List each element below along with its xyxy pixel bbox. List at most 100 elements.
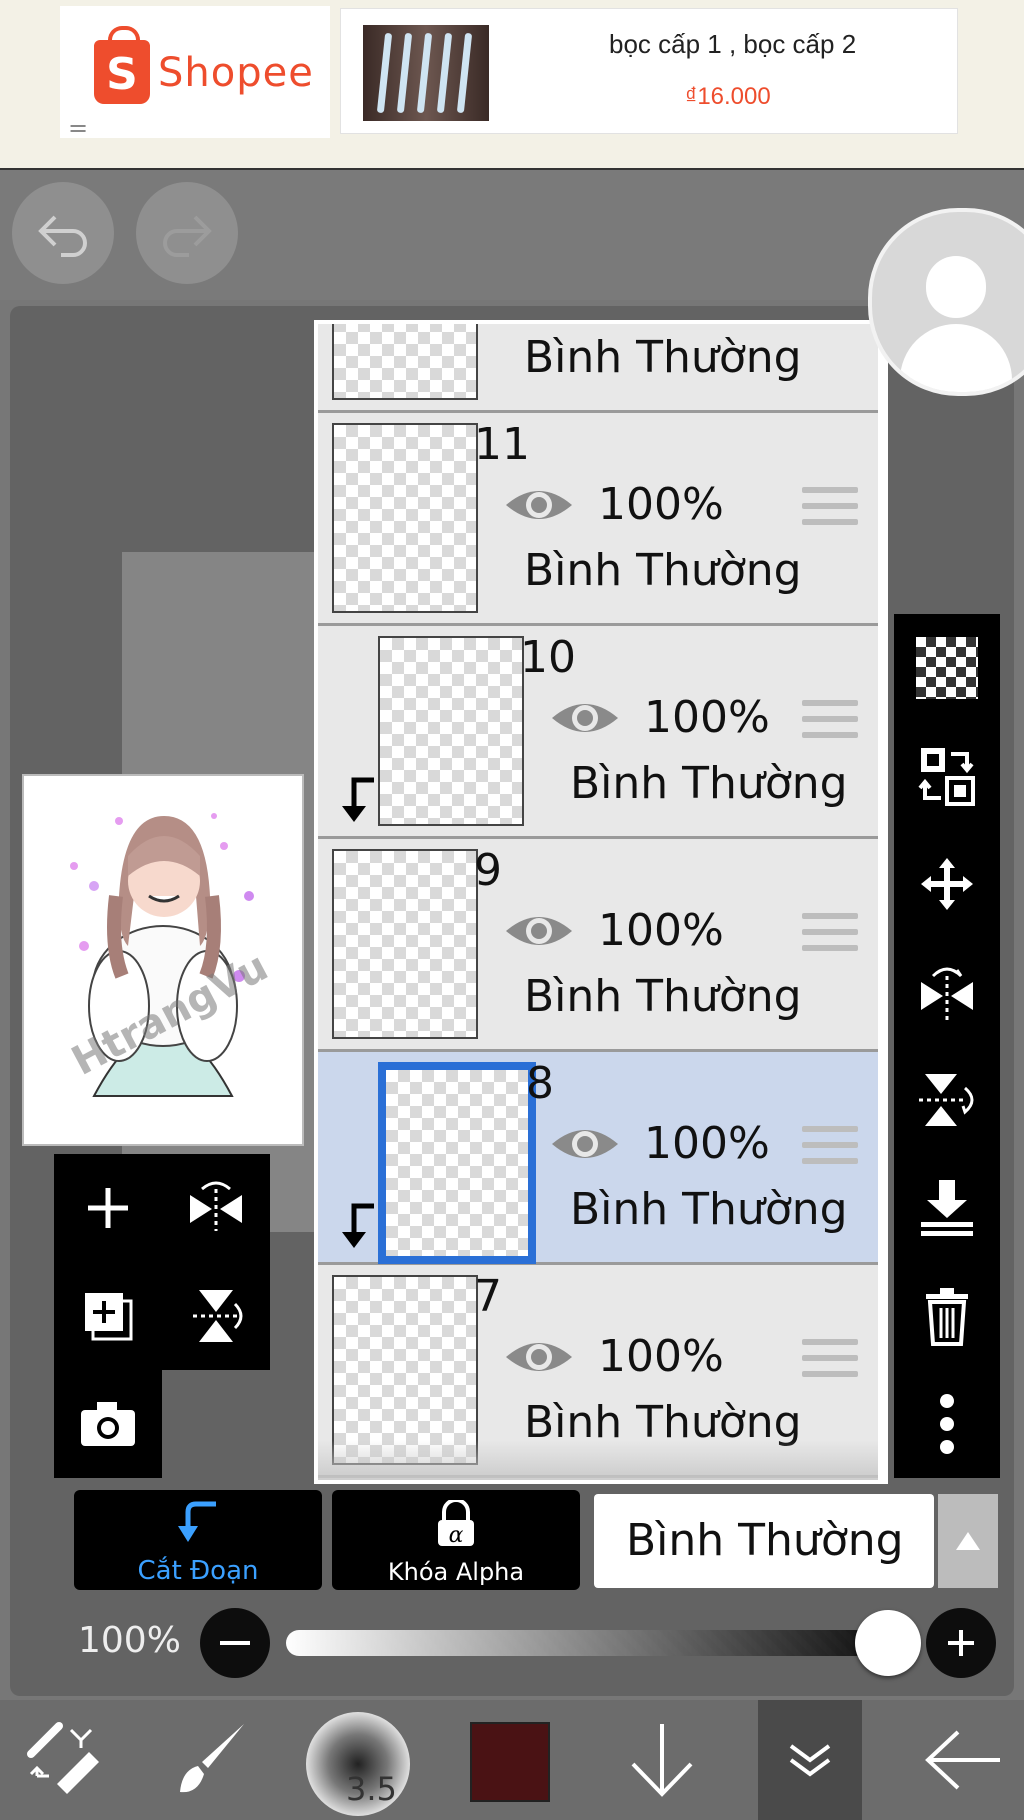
duplicate-icon: [85, 1293, 133, 1341]
blend-mode-select[interactable]: Bình Thường: [594, 1494, 934, 1588]
more-vertical-icon: [940, 1394, 954, 1454]
merge-down-icon: [921, 1180, 973, 1236]
layers-collapse-button[interactable]: [758, 1700, 862, 1820]
layer-thumbnail[interactable]: [332, 1275, 478, 1465]
triangle-up-icon: [956, 1532, 980, 1550]
arrow-left-icon: [925, 1730, 1000, 1790]
visibility-eye-icon[interactable]: [550, 696, 620, 740]
clipping-button[interactable]: Cắt Đoạn: [74, 1490, 322, 1590]
panel-fade: [318, 1440, 878, 1480]
navigator-preview[interactable]: HtrangVu: [22, 774, 304, 1146]
layer-blend-mode: Bình Thường: [524, 971, 802, 1022]
ad-banner[interactable]: S Shopee = bọc cấp 1 , bọc cấp 2 ₫16.000: [0, 0, 1024, 170]
drag-handle-icon[interactable]: [802, 1126, 858, 1170]
brush-tool-button[interactable]: [160, 1700, 260, 1820]
camera-button[interactable]: [54, 1370, 162, 1478]
layer-thumbnail[interactable]: [332, 324, 478, 400]
trash-icon: [926, 1288, 968, 1346]
layer-number: 7: [474, 1271, 502, 1322]
clipping-indicator-icon: [342, 1203, 374, 1248]
layer-row[interactable]: 12100%Bình Thường: [318, 324, 878, 413]
plus-icon: [948, 1630, 974, 1656]
delete-layer-button[interactable]: [894, 1262, 1000, 1370]
layer-move-content-button[interactable]: [894, 722, 1000, 830]
layer-row[interactable]: 9 100% Bình Thường: [318, 839, 878, 1052]
ad-brand: Shopee: [158, 50, 314, 96]
drag-handle-icon[interactable]: [802, 1339, 858, 1383]
double-chevron-down-icon: [789, 1744, 831, 1777]
alpha-lock-icon: α: [332, 1498, 580, 1558]
alpha-lock-button[interactable]: α Khóa Alpha: [332, 1490, 580, 1590]
visibility-eye-icon[interactable]: [504, 909, 574, 953]
drag-handle-icon[interactable]: [802, 700, 858, 744]
opacity-decrease-button[interactable]: [200, 1608, 270, 1678]
ad-product-image: [363, 25, 489, 121]
flip-v-side-button[interactable]: [894, 1046, 1000, 1154]
paintbrush-icon: [180, 1724, 244, 1793]
move-button[interactable]: [894, 830, 1000, 938]
flip-horizontal-icon: [921, 967, 973, 1020]
color-swatch-button[interactable]: [470, 1722, 550, 1802]
layer-thumbnail[interactable]: [332, 849, 478, 1039]
layer-blend-mode: Bình Thường: [524, 545, 802, 596]
clipping-indicator-icon: [342, 777, 374, 822]
checker-icon: [916, 637, 978, 699]
add-layer-button[interactable]: [54, 1154, 162, 1262]
clip-arrow-icon: [74, 1500, 322, 1556]
brush-size-value: 3.5: [346, 1770, 397, 1808]
redo-button[interactable]: [136, 182, 238, 284]
artwork-preview: HtrangVu: [65, 813, 275, 1097]
layer-down-button[interactable]: [612, 1700, 712, 1820]
layer-row[interactable]: 10 100% Bình Thường: [318, 626, 878, 839]
layer-row[interactable]: 8 100% Bình Thường: [318, 1052, 878, 1265]
transparency-button[interactable]: [894, 614, 1000, 722]
clipping-label: Cắt Đoạn: [137, 1556, 259, 1586]
more-options-button[interactable]: [894, 1370, 1000, 1478]
camera-pad: [54, 1370, 162, 1478]
opacity-slider[interactable]: [286, 1630, 896, 1656]
opacity-label: 100%: [78, 1620, 181, 1661]
layer-row[interactable]: 11 100% Bình Thường: [318, 413, 878, 626]
shopee-bag-icon: S: [94, 26, 150, 104]
layer-side-toolbar: [894, 614, 1000, 1478]
flip-horizontal-button[interactable]: [162, 1154, 270, 1262]
brush-size-button[interactable]: 3.5: [306, 1712, 410, 1816]
opacity-slider-knob[interactable]: [855, 1610, 921, 1676]
ad-product-title: bọc cấp 1 , bọc cấp 2: [609, 29, 857, 59]
opacity-increase-button[interactable]: [926, 1608, 996, 1678]
ad-product-card[interactable]: bọc cấp 1 , bọc cấp 2 ₫16.000: [340, 8, 958, 134]
layer-panel[interactable]: 12100%Bình Thường 11 100% Bình Thường 10 100%…: [314, 320, 888, 1484]
layer-thumbnail[interactable]: [378, 1062, 536, 1264]
back-button[interactable]: [900, 1700, 1024, 1820]
brush-eraser-swap-icon: [27, 1722, 99, 1794]
flip-h-side-button[interactable]: [894, 938, 1000, 1046]
visibility-eye-icon[interactable]: [504, 483, 574, 527]
drag-handle-icon[interactable]: [802, 913, 858, 957]
brush-eraser-toggle-button[interactable]: [0, 1700, 130, 1820]
swap-layers-icon: [918, 748, 975, 806]
merge-down-button[interactable]: [894, 1154, 1000, 1262]
undo-button[interactable]: [12, 182, 114, 284]
arrow-down-icon: [631, 1724, 693, 1797]
drag-handle-icon[interactable]: [802, 487, 858, 531]
duplicate-layer-button[interactable]: [54, 1262, 162, 1370]
visibility-eye-icon[interactable]: [550, 1122, 620, 1166]
move-arrows-icon: [921, 858, 973, 910]
flip-vertical-button[interactable]: [162, 1262, 270, 1370]
layer-number: 9: [474, 845, 502, 896]
ad-logo-box[interactable]: S Shopee =: [60, 6, 330, 142]
ad-menu-icon[interactable]: =: [68, 114, 88, 142]
layer-opacity: 100%: [598, 1331, 724, 1382]
layer-thumbnail[interactable]: [378, 636, 524, 826]
layer-blend-mode: Bình Thường: [570, 1184, 848, 1235]
undo-icon: [38, 215, 87, 257]
layer-opacity: 100%: [644, 692, 770, 743]
layer-tools-pad: [54, 1154, 270, 1370]
redo-icon: [163, 215, 212, 257]
blend-mode-dropdown-button[interactable]: [938, 1494, 998, 1588]
visibility-eye-icon[interactable]: [504, 1335, 574, 1379]
layer-opacity: 100%: [598, 479, 724, 530]
layer-number: 10: [520, 632, 576, 683]
layer-thumbnail[interactable]: [332, 423, 478, 613]
flip-vertical-icon: [919, 1074, 974, 1126]
